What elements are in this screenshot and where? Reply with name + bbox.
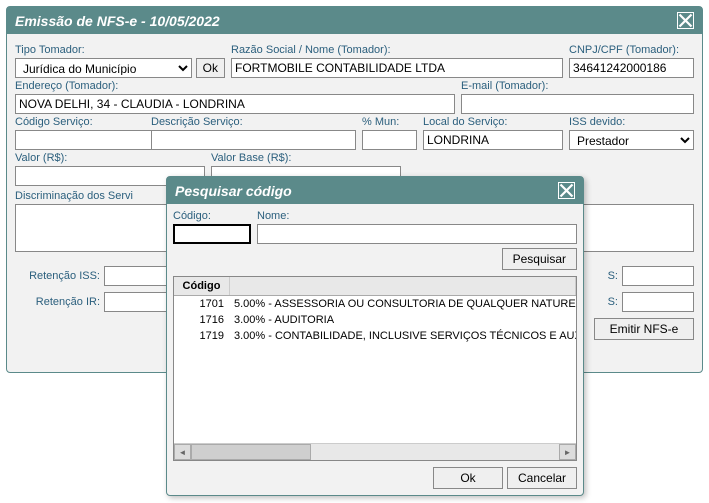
email-input[interactable] <box>461 94 694 114</box>
label-retencao-ir: Retenção IR: <box>15 296 100 308</box>
cell-nome: 3.00% - AUDITORIA <box>230 313 576 327</box>
modal-cancelar-button[interactable]: Cancelar <box>507 467 577 489</box>
grid-rows: 17015.00% - ASSESSORIA OU CONSULTORIA DE… <box>174 296 576 443</box>
modal-title: Pesquisar código <box>175 183 292 199</box>
cell-codigo: 1716 <box>174 313 230 327</box>
label-modal-nome: Nome: <box>257 210 577 222</box>
table-row[interactable]: 17193.00% - CONTABILIDADE, INCLUSIVE SER… <box>174 328 576 344</box>
label-s1: S: <box>608 270 618 282</box>
grid-header-nome[interactable] <box>230 277 576 295</box>
scroll-track[interactable] <box>191 444 559 460</box>
local-servico-input[interactable] <box>423 130 563 150</box>
cell-codigo: 1701 <box>174 297 230 311</box>
label-endereco: Endereço (Tomador): <box>15 80 455 92</box>
table-row[interactable]: 17015.00% - ASSESSORIA OU CONSULTORIA DE… <box>174 296 576 312</box>
label-codigo-servico: Código Serviço: <box>15 116 145 128</box>
main-title: Emissão de NFS-e - 10/05/2022 <box>15 13 220 29</box>
label-modal-codigo: Código: <box>173 210 251 222</box>
label-valor: Valor (R$): <box>15 152 205 164</box>
label-local-servico: Local do Serviço: <box>423 116 563 128</box>
pesquisar-button[interactable]: Pesquisar <box>502 248 577 270</box>
label-tipo-tomador: Tipo Tomador: <box>15 44 225 56</box>
modal-body: Código: Nome: Pesquisar Código 17015.00%… <box>167 204 583 495</box>
pct-mun-input[interactable] <box>362 130 417 150</box>
razao-social-input[interactable] <box>231 58 563 78</box>
result-grid: Código 17015.00% - ASSESSORIA OU CONSULT… <box>173 276 577 461</box>
close-icon[interactable] <box>677 12 694 29</box>
label-valor-base: Valor Base (R$): <box>211 152 401 164</box>
label-pct-mun: % Mun: <box>362 116 417 128</box>
cnpj-input[interactable] <box>569 58 694 78</box>
descricao-servico-input[interactable] <box>151 130 356 150</box>
ok-tomador-button[interactable]: Ok <box>196 58 225 78</box>
horizontal-scrollbar[interactable]: ◄ ► <box>174 443 576 460</box>
endereco-input[interactable] <box>15 94 455 114</box>
cell-codigo: 1719 <box>174 329 230 343</box>
modal-nome-input[interactable] <box>257 224 577 244</box>
label-email: E-mail (Tomador): <box>461 80 694 92</box>
scroll-thumb[interactable] <box>191 444 311 460</box>
s1-input[interactable] <box>622 266 694 286</box>
modal-ok-button[interactable]: Ok <box>433 467 503 489</box>
label-retencao-iss: Retenção ISS: <box>15 270 100 282</box>
modal-pesquisar-codigo: Pesquisar código Código: Nome: Pesquisar… <box>166 176 584 496</box>
label-descricao-servico: Descrição Serviço: <box>151 116 356 128</box>
close-icon[interactable] <box>558 182 575 199</box>
label-s2: S: <box>608 296 618 308</box>
main-titlebar: Emissão de NFS-e - 10/05/2022 <box>7 7 702 34</box>
modal-codigo-input[interactable] <box>173 224 251 244</box>
emitir-nfse-button[interactable]: Emitir NFS-e <box>594 318 694 340</box>
cell-nome: 5.00% - ASSESSORIA OU CONSULTORIA DE QUA… <box>230 297 576 311</box>
tipo-tomador-select[interactable]: Jurídica do Município <box>15 58 192 78</box>
table-row[interactable]: 17163.00% - AUDITORIA <box>174 312 576 328</box>
label-razao-social: Razão Social / Nome (Tomador): <box>231 44 563 56</box>
label-iss-devido: ISS devido: <box>569 116 694 128</box>
grid-header-codigo[interactable]: Código <box>174 277 230 295</box>
s2-input[interactable] <box>622 292 694 312</box>
grid-header: Código <box>174 277 576 296</box>
iss-devido-select[interactable]: Prestador <box>569 130 694 150</box>
scroll-right-arrow-icon[interactable]: ► <box>559 444 576 460</box>
scroll-left-arrow-icon[interactable]: ◄ <box>174 444 191 460</box>
cell-nome: 3.00% - CONTABILIDADE, INCLUSIVE SERVIÇO… <box>230 329 576 343</box>
modal-titlebar: Pesquisar código <box>167 177 583 204</box>
label-cnpj: CNPJ/CPF (Tomador): <box>569 44 694 56</box>
